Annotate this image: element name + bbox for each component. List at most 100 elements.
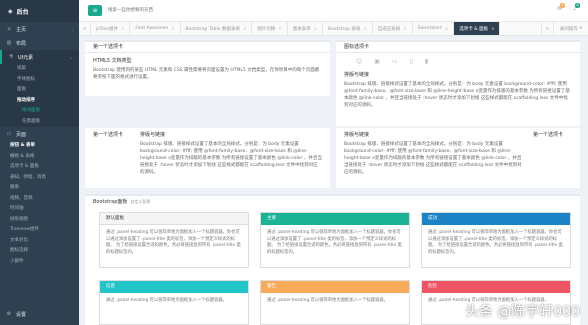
panel-text: 通过 .panel-heading 可以很简单地为面板加入一个标题容器。你也可以… — [106, 230, 241, 255]
panel-text: 通过 .panel-heading 可以很简单地为面板加入一个标题容器。 — [267, 298, 388, 303]
close-icon[interactable]: × — [491, 26, 494, 31]
forward-icon: » — [545, 25, 549, 32]
sidebar-item-layout[interactable]: ▥ 布局 — [0, 36, 79, 50]
vertical-tab-content: 排版与链接 Bootstrap 排版、链接样式设置了基本的全局样式。分别是：为 … — [336, 132, 525, 176]
caret-down-icon: ▾ — [579, 26, 582, 31]
panel-text: Bootstrap 使用到的某些 HTML 元素和 CSS 属性需要将页面设置为… — [93, 68, 320, 80]
panel-body: 第一个选项卡 排版与链接 Bootstrap 排版、链接样式设置了基本的全局样式… — [85, 128, 330, 180]
panel-header: 警告 — [261, 281, 409, 293]
bell-badge: 8 — [575, 3, 580, 8]
panel-body: 排版与链接 Bootstrap 排版、链接样式设置了基本的全局样式。分别是：为 … — [336, 128, 580, 180]
panel-text: Bootstrap 排版、链接样式设置了基本的全局样式。分别是：为 body 元… — [344, 82, 570, 108]
sidebar-item-ui[interactable]: ⚗ UI元素 ⌄ — [0, 50, 79, 64]
panel-heading: 排版与链接 — [344, 132, 370, 138]
page-tabs: « jsTree组件 × Font Awesome × Bootstrap Tabl… — [79, 22, 588, 36]
panel-text: 通过 .panel-heading 可以很简单地为面板加入一个标题容器。你也可以… — [428, 230, 563, 255]
page-tab[interactable]: Sweetalert × — [413, 22, 455, 35]
sidebar-subitem[interactable]: 时间轴 — [0, 204, 79, 215]
sidebar-item-pages[interactable]: ▭ 页面 — [0, 127, 79, 141]
panel-text: Bootstrap 排版、链接样式设置了基本的全局样式。分别是：为 body 元… — [344, 142, 522, 175]
vertical-tab-header[interactable]: 第一个选项卡 — [525, 132, 580, 176]
sidebar-subitem[interactable]: 排版 — [0, 64, 79, 75]
close-icon[interactable]: × — [403, 26, 406, 31]
page-tab[interactable]: Bootstrap 表格 × — [323, 22, 373, 35]
bars-icon: ≡ — [92, 7, 98, 14]
search-input[interactable] — [108, 5, 178, 16]
backward-icon: « — [82, 25, 87, 32]
topbar-actions: ✉ 4 ♪ 8 — [551, 3, 582, 12]
topbar: ≡ ✉4 ♪8 — [79, 0, 588, 22]
panel-header: 主要 — [261, 213, 409, 225]
briefcase-icon[interactable]: ▣ — [374, 58, 380, 65]
tab-panel-icons: 图标选项卡 ☺ ▣ ▭ ▯ ▮ 排版与链接 Bootstrap 排版、链接样式设… — [336, 40, 580, 126]
sidebar-subitem[interactable]: 图标选择 — [0, 246, 79, 257]
close-icon[interactable]: × — [363, 26, 366, 31]
panel-header: 成功 — [422, 213, 570, 225]
page-tab-active[interactable]: 选项卡 & 面板 × — [454, 22, 501, 35]
panel-text: 通过 .panel-heading 可以很简单地为面板加入一个标题容器。 — [106, 298, 227, 303]
panel-header: 危险 — [422, 281, 570, 293]
tabs-scroll-right[interactable]: » — [540, 22, 553, 35]
sidebar-subitem[interactable]: 树形视图 — [0, 215, 79, 226]
panel-heading: HTML5 文档类型 — [93, 58, 132, 64]
sidebar-subitem[interactable]: 字体图标 — [0, 75, 79, 86]
tabs-right-controls: » 关闭操作 ▾ — [540, 22, 588, 35]
close-icon[interactable]: × — [314, 26, 317, 31]
close-icon[interactable]: × — [243, 26, 246, 31]
sidebar-subitem[interactable]: 栅格 & 表格 — [0, 152, 79, 163]
tab-panel-right: 排版与链接 Bootstrap 排版、链接样式设置了基本的全局样式。分别是：为 … — [336, 128, 580, 188]
panel-heading: 排版与链接 — [140, 132, 166, 138]
sidebar-submenu: 排版 字体图标 面板 拖动排序 拖动面板 任意面板 — [0, 64, 79, 127]
sidebar-item-home[interactable]: ⌂ 主页 ‹ — [0, 22, 79, 36]
page-tab[interactable]: 基本表单 × — [288, 22, 324, 35]
desktop-icon: ▭ — [6, 131, 12, 137]
default-panel: 默认面板 通过 .panel-heading 可以很简单地为面板加入一个标题容器… — [99, 212, 249, 268]
page-tab[interactable]: 图片切换 × — [252, 22, 288, 35]
sidebar-subitem[interactable]: 选项卡 & 面板 — [0, 162, 79, 173]
sidebar-subitem[interactable]: 面板 — [0, 85, 79, 96]
sidebar-subitem[interactable]: 小部件 — [0, 257, 79, 268]
menu-toggle-button[interactable]: ≡ — [88, 5, 102, 16]
page-tab[interactable]: Font Awesome × — [130, 22, 181, 35]
sidebar-subitem[interactable]: 通知、弹窗、消息 — [0, 173, 79, 184]
sidebar-subitem[interactable]: 文本对比 — [0, 236, 79, 247]
vertical-tab-header[interactable]: 第一个选项卡 — [85, 132, 140, 176]
close-icon[interactable]: × — [278, 26, 281, 31]
warning-panel: 警告 通过 .panel-heading 可以很简单地为面板加入一个标题容器。 — [260, 280, 410, 325]
panel-tab-header[interactable]: 图标选项卡 — [336, 42, 580, 53]
panel-text: 通过 .panel-heading 可以很简单地为面板加入一个标题容器。你也可以… — [267, 230, 402, 255]
sidebar-subitem-active[interactable]: 按钮 & 表单 — [0, 141, 79, 152]
brand-icon: ◈ — [8, 7, 13, 15]
info-panel: 信息 通过 .panel-heading 可以很简单地为面板加入一个标题容器。 — [99, 280, 249, 325]
watermark: 头条 @陈宇轩000 — [464, 304, 580, 320]
sidebar-subitem[interactable]: 徽章 — [0, 183, 79, 194]
page-tab[interactable]: 自适应表格 × — [373, 22, 413, 35]
gear-icon: ⚙ — [6, 311, 12, 317]
close-icon[interactable]: × — [121, 26, 124, 31]
tabs-scroll-left[interactable]: « — [79, 22, 91, 35]
sidebar-subitem[interactable]: 拖动面板 — [0, 106, 79, 117]
main-content: 第一个选项卡 HTML5 文档类型 Bootstrap 使用到的某些 HTML … — [79, 36, 588, 325]
tablet-icon[interactable]: ▯ — [410, 58, 413, 65]
vertical-tab-content: 排版与链接 Bootstrap 排版、链接样式设置了基本的全局样式。分别是：为 … — [140, 132, 330, 176]
close-operations-button[interactable]: 关闭操作 ▾ — [552, 22, 588, 35]
laptop-icon[interactable]: ▭ — [392, 58, 398, 65]
sidebar-subitem[interactable]: Treeview组件 — [0, 225, 79, 236]
sidebar-subitem[interactable]: 视频、音频 — [0, 194, 79, 205]
panel-tab-header[interactable]: 第一个选项卡 — [85, 42, 330, 53]
close-icon[interactable]: × — [171, 26, 174, 31]
success-panel: 成功 通过 .panel-heading 可以很简单地为面板加入一个标题容器。你… — [421, 212, 571, 268]
panel-heading: 排版与链接 — [344, 72, 370, 78]
panel-body: HTML5 文档类型 Bootstrap 使用到的某些 HTML 元素和 CSS… — [85, 53, 330, 86]
panel-header: 信息 — [100, 281, 248, 293]
section-title: Bootstrap面板 自定义背景 — [93, 199, 151, 205]
close-icon[interactable]: × — [445, 26, 448, 31]
page-tab[interactable]: Bootstrap Table 数据表格 × — [181, 22, 253, 35]
chevron-down-icon: ⌄ — [69, 54, 73, 60]
sidebar-subitem[interactable]: 任意面板 — [0, 117, 79, 128]
user-icon[interactable]: ☺ — [356, 58, 362, 65]
page-tab[interactable]: jsTree组件 × — [91, 22, 131, 35]
mobile-icon[interactable]: ▮ — [425, 58, 428, 65]
sidebar-item-settings[interactable]: ⚙ 设置 — [0, 307, 79, 321]
sidebar-subitem-active[interactable]: 拖动排序 — [0, 96, 79, 107]
